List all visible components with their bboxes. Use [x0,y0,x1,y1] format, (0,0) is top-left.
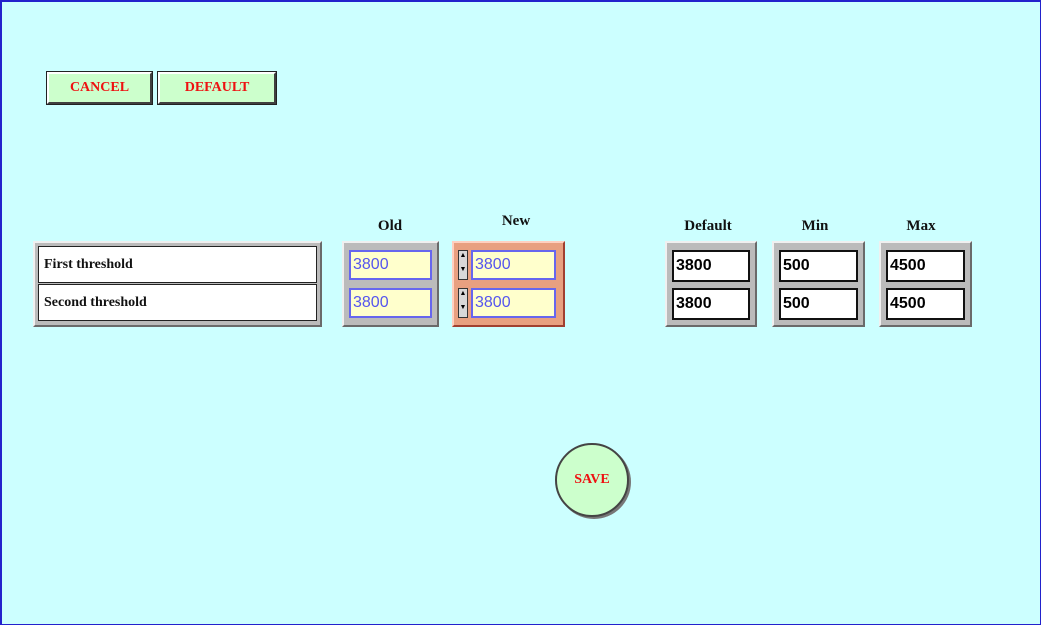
triangle-down-icon[interactable]: ▼ [459,265,467,279]
spinner-second-threshold[interactable]: ▲ ▼ [458,288,468,318]
old-values-group: 3800 3800 [342,241,439,327]
min-values-group: 500 500 [772,241,865,327]
column-header-new: New [501,213,531,229]
spinner-first-threshold[interactable]: ▲ ▼ [458,250,468,280]
threshold-panel: CANCEL DEFAULT Old New Default Min Max F… [0,0,1041,625]
row-label-second-threshold: Second threshold [38,284,317,321]
triangle-up-icon[interactable]: ▲ [459,251,467,265]
new-value-first-threshold[interactable]: 3800 [471,250,556,280]
triangle-up-icon[interactable]: ▲ [459,289,467,303]
row-label-first-threshold: First threshold [38,246,317,283]
max-value-first-threshold: 4500 [886,250,965,282]
new-values-group: ▲ ▼ 3800 ▲ ▼ 3800 [452,241,565,327]
save-button[interactable]: SAVE [555,443,629,517]
default-value-first-threshold: 3800 [672,250,750,282]
column-header-old: Old [377,218,403,234]
default-values-group: 3800 3800 [665,241,757,327]
threshold-labels-group: First threshold Second threshold [33,241,322,327]
column-header-default: Default [684,218,732,234]
default-value-second-threshold: 3800 [672,288,750,320]
min-value-second-threshold: 500 [779,288,858,320]
column-header-min: Min [801,218,829,234]
max-values-group: 4500 4500 [879,241,972,327]
default-button[interactable]: DEFAULT [157,71,277,105]
new-value-second-threshold[interactable]: 3800 [471,288,556,318]
cancel-button[interactable]: CANCEL [46,71,153,105]
min-value-first-threshold: 500 [779,250,858,282]
column-header-max: Max [906,218,936,234]
max-value-second-threshold: 4500 [886,288,965,320]
old-value-second-threshold: 3800 [349,288,432,318]
triangle-down-icon[interactable]: ▼ [459,303,467,317]
old-value-first-threshold: 3800 [349,250,432,280]
